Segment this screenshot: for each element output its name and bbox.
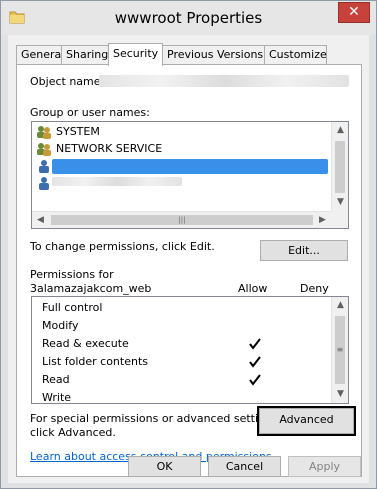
groups-horizontal-scrollbar[interactable]: ◀ ||| ▶: [32, 211, 331, 228]
security-panel: Object name: Group or user names: SYSTEM: [16, 64, 362, 477]
group-name: NETWORK SERVICE: [56, 142, 163, 155]
object-name-label: Object name:: [30, 75, 105, 88]
permission-name: List folder contents: [42, 355, 148, 368]
special-permissions-note-line2: click Advanced.: [30, 426, 116, 439]
checkmark-icon: [249, 374, 261, 386]
checkmark-icon: [249, 356, 261, 368]
scroll-corner: [331, 211, 348, 228]
apply-button[interactable]: Apply: [288, 456, 361, 477]
scroll-down-arrow-icon[interactable]: ▼: [332, 194, 349, 211]
title-bar[interactable]: wwwroot Properties ✕: [1, 1, 376, 35]
user-icon: [39, 160, 49, 173]
permission-row: Modify: [42, 319, 332, 337]
properties-window: wwwroot Properties ✕ General Sharing Sec…: [0, 0, 377, 489]
group-row-system[interactable]: SYSTEM: [34, 124, 330, 140]
group-row-selected-redacted[interactable]: [34, 158, 330, 174]
window-title: wwwroot Properties: [114, 9, 263, 27]
permission-name: Read & execute: [42, 337, 129, 350]
scroll-thumb[interactable]: ≡: [335, 316, 345, 384]
scroll-thumb-horizontal[interactable]: |||: [51, 215, 313, 225]
group-name: SYSTEM: [56, 125, 100, 138]
cancel-button[interactable]: Cancel: [208, 456, 281, 477]
allow-header: Allow: [238, 282, 268, 295]
permission-row: Full control: [42, 301, 332, 319]
checkmark-icon: [249, 338, 261, 350]
selected-user-highlight: [52, 159, 328, 174]
special-permissions-note-line1: For special permissions or advanced sett…: [30, 412, 282, 425]
scroll-up-arrow-icon[interactable]: ▲: [332, 122, 349, 139]
permission-name: Write: [42, 391, 72, 404]
scroll-thumb[interactable]: [335, 141, 345, 193]
permission-row: Read: [42, 373, 332, 391]
scroll-up-arrow-icon[interactable]: ▲: [332, 297, 349, 314]
tab-customize[interactable]: Customize: [264, 45, 327, 64]
scroll-right-arrow-icon[interactable]: ▶: [314, 212, 331, 229]
permission-row: List folder contents: [42, 355, 332, 373]
tab-previous-versions[interactable]: Previous Versions: [162, 45, 265, 64]
permissions-vertical-scrollbar[interactable]: ▲ ≡ ▼: [331, 297, 348, 403]
tab-general[interactable]: General: [16, 45, 64, 64]
permissions-for-name: 3alamazajakcom_web: [30, 282, 152, 295]
tab-security[interactable]: Security: [108, 43, 163, 66]
dialog-body: General Sharing Security Previous Versio…: [8, 35, 369, 483]
group-name-redacted: [52, 177, 182, 186]
groups-label: Group or user names:: [30, 106, 150, 119]
advanced-button[interactable]: Advanced: [257, 406, 356, 436]
object-name-value-redacted: [99, 75, 349, 87]
groups-listbox[interactable]: SYSTEM NETWORK SERVICE ▲ ▼ ◀ ||| ▶: [31, 121, 349, 229]
scroll-down-arrow-icon[interactable]: ▼: [332, 386, 349, 403]
group-users-icon: [37, 143, 51, 156]
group-row-network-service[interactable]: NETWORK SERVICE: [34, 141, 330, 157]
deny-header: Deny: [300, 282, 329, 295]
close-button[interactable]: ✕: [338, 2, 370, 23]
permission-name: Modify: [42, 319, 79, 332]
scroll-left-arrow-icon[interactable]: ◀: [32, 212, 49, 229]
groups-vertical-scrollbar[interactable]: ▲ ▼: [331, 122, 348, 211]
ok-button[interactable]: OK: [128, 456, 201, 477]
group-users-icon: [37, 126, 51, 139]
permission-row: Read & execute: [42, 337, 332, 355]
change-permissions-note: To change permissions, click Edit.: [30, 240, 215, 253]
permission-name: Full control: [42, 301, 103, 314]
tab-sharing[interactable]: Sharing: [61, 45, 109, 64]
permissions-listbox: Full control Modify Read & execute List …: [31, 296, 349, 404]
permission-name: Read: [42, 373, 70, 386]
edit-button[interactable]: Edit...: [260, 240, 348, 261]
group-row-redacted[interactable]: [34, 175, 330, 191]
permissions-for-label: Permissions for: [30, 268, 114, 281]
user-icon: [39, 177, 49, 190]
